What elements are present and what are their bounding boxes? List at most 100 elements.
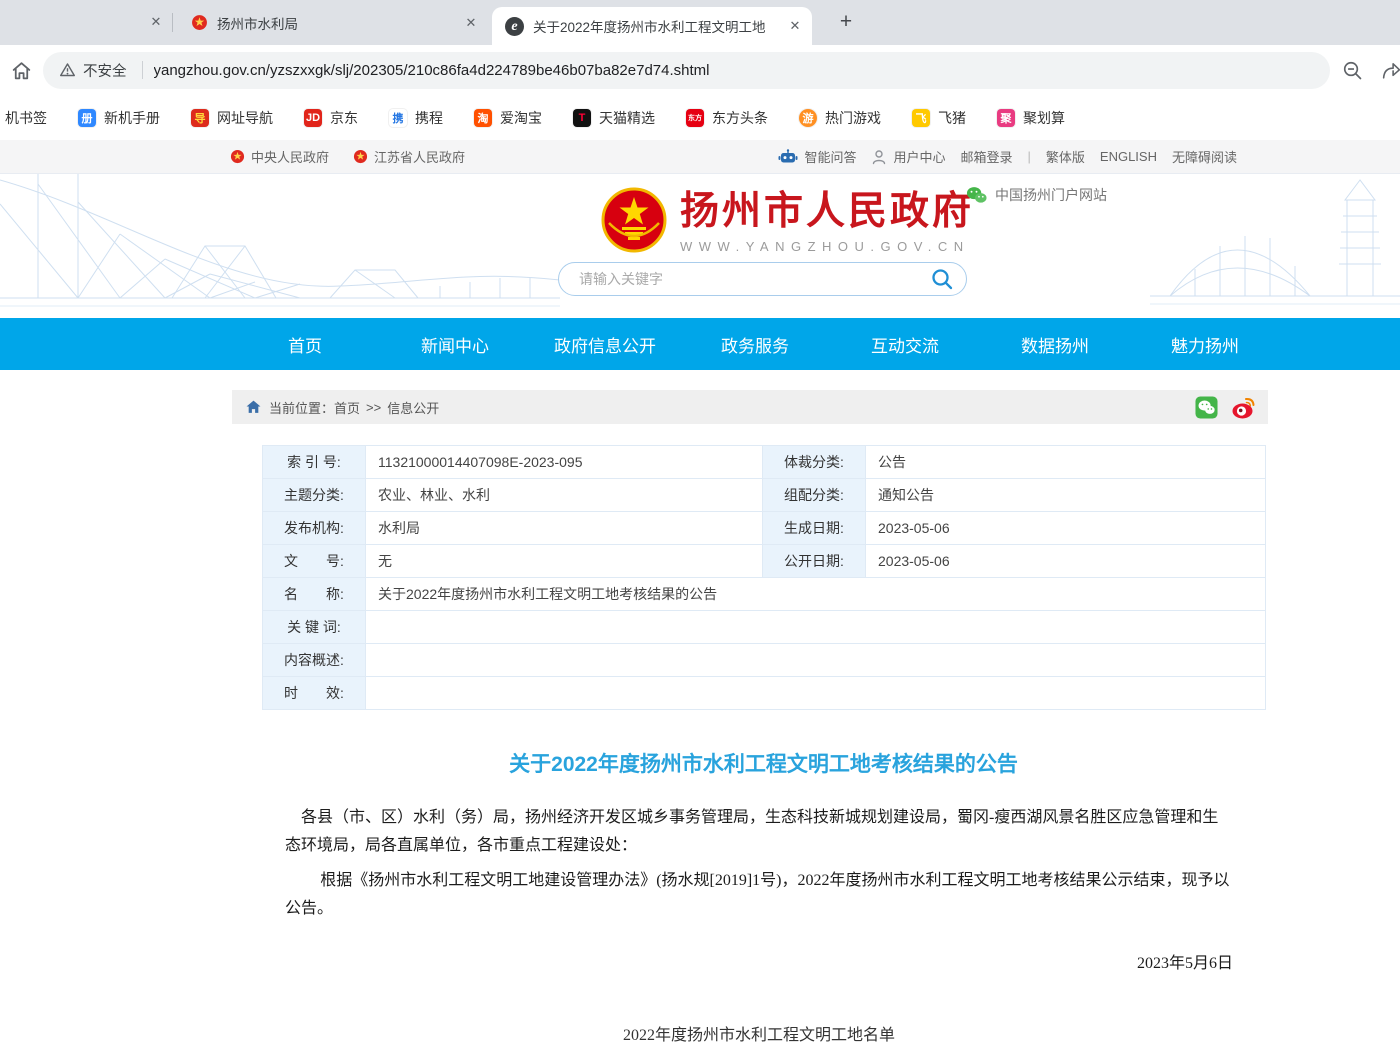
bookmark-tmall[interactable]: T 天猫精选 bbox=[573, 108, 655, 128]
meta-value bbox=[366, 611, 1266, 644]
share-icon[interactable] bbox=[1380, 60, 1400, 81]
mail-login-link[interactable]: 邮箱登录 bbox=[960, 147, 1012, 166]
bookmark-favicon-icon: 册 bbox=[78, 109, 96, 127]
tab-close-icon[interactable]: ✕ bbox=[462, 14, 480, 32]
home-icon[interactable] bbox=[10, 59, 33, 82]
bookmark-new-device-manual[interactable]: 册 新机手册 bbox=[78, 108, 160, 128]
bookmark-label: 京东 bbox=[330, 108, 358, 128]
bookmark-label: 网址导航 bbox=[217, 108, 273, 128]
meta-label: 公开日期: bbox=[763, 545, 866, 578]
bookmark-jd[interactable]: JD 京东 bbox=[304, 108, 358, 128]
article-list-title: 2022年度扬州市水利工程文明工地名单 bbox=[285, 1022, 1233, 1049]
bookmark-label: 聚划算 bbox=[1023, 108, 1065, 128]
site-logo[interactable]: 扬州市人民政府 WWW.YANGZHOU.GOV.CN bbox=[680, 191, 974, 254]
new-tab-button[interactable]: + bbox=[833, 9, 859, 35]
nav-gov-services[interactable]: 政务服务 bbox=[680, 318, 830, 370]
portal-link[interactable]: 中国扬州门户网站 bbox=[966, 185, 1107, 205]
gov-emblem-icon bbox=[230, 149, 245, 164]
nav-gov-info-disclosure[interactable]: 政府信息公开 bbox=[530, 318, 680, 370]
bookmark-fliggy[interactable]: 飞 飞猪 bbox=[912, 108, 966, 128]
smart-qa-link[interactable]: 智能问答 bbox=[778, 147, 856, 166]
table-row: 文 号: 无 公开日期: 2023-05-06 bbox=[263, 545, 1266, 578]
bookmark-juhuasuan[interactable]: 聚 聚划算 bbox=[997, 108, 1065, 128]
meta-label: 时 效: bbox=[263, 677, 366, 710]
meta-value: 11321000014407098E-2023-095 bbox=[366, 446, 763, 479]
national-emblem-icon bbox=[601, 187, 667, 253]
breadcrumb-home-link[interactable]: 首页 bbox=[334, 398, 360, 417]
zoom-out-icon[interactable] bbox=[1342, 60, 1363, 81]
meta-label: 名 称: bbox=[263, 578, 366, 611]
table-row: 发布机构: 水利局 生成日期: 2023-05-06 bbox=[263, 512, 1266, 545]
meta-value: 无 bbox=[366, 545, 763, 578]
link-central-government[interactable]: 中央人民政府 bbox=[230, 147, 329, 166]
bookmark-phone-bookmarks[interactable]: 机书签 bbox=[5, 108, 47, 128]
bridge-art-left bbox=[0, 174, 560, 318]
bookmark-favicon-icon: T bbox=[573, 109, 591, 127]
weibo-share-icon[interactable] bbox=[1232, 396, 1256, 419]
article-paragraph: 各县（市、区）水利（务）局，扬州经济开发区城乡事务管理局，生态科技新城规划建设局… bbox=[285, 804, 1233, 859]
bookmark-label: 机书签 bbox=[5, 108, 47, 128]
bookmark-label: 东方头条 bbox=[712, 108, 768, 128]
user-icon bbox=[871, 149, 887, 165]
meta-label: 内容概述: bbox=[263, 644, 366, 677]
address-bar[interactable]: 不安全 yangzhou.gov.cn/yzszxxgk/slj/202305/… bbox=[43, 52, 1330, 89]
bookmark-ctrip[interactable]: 携 携程 bbox=[389, 108, 443, 128]
nav-data-yangzhou[interactable]: 数据扬州 bbox=[980, 318, 1130, 370]
bookmark-label: 天猫精选 bbox=[599, 108, 655, 128]
meta-label: 关 键 词: bbox=[263, 611, 366, 644]
bookmark-favicon-icon: 淘 bbox=[474, 109, 492, 127]
site-header: 扬州市人民政府 WWW.YANGZHOU.GOV.CN 中国扬州门户网站 bbox=[0, 174, 1400, 318]
tab-title: 关于2022年度扬州市水利工程文明工地 bbox=[533, 16, 780, 36]
tab-yangzhou-water-bureau[interactable]: 扬州市水利局 ✕ bbox=[177, 0, 488, 45]
address-bar-divider bbox=[142, 61, 143, 79]
article-paragraph: 根据《扬州市水利工程文明工地建设管理办法》(扬水规[2019]1号)，2022年… bbox=[285, 867, 1233, 922]
table-row: 主题分类: 农业、林业、水利 组配分类: 通知公告 bbox=[263, 479, 1266, 512]
tab-close-icon[interactable]: ✕ bbox=[786, 17, 804, 35]
meta-label: 索 引 号: bbox=[263, 446, 366, 479]
meta-value: 通知公告 bbox=[866, 479, 1266, 512]
nav-interaction[interactable]: 互动交流 bbox=[830, 318, 980, 370]
accessibility-link[interactable]: 无障碍阅读 bbox=[1172, 147, 1237, 166]
bookmark-label: 新机手册 bbox=[104, 108, 160, 128]
robot-icon bbox=[778, 149, 798, 165]
main-navigation: 首页 新闻中心 政府信息公开 政务服务 互动交流 数据扬州 魅力扬州 bbox=[0, 318, 1400, 370]
bookmark-site-navigation[interactable]: 导 网址导航 bbox=[191, 108, 273, 128]
meta-label: 生成日期: bbox=[763, 512, 866, 545]
nav-news-center[interactable]: 新闻中心 bbox=[380, 318, 530, 370]
meta-value: 2023-05-06 bbox=[866, 512, 1266, 545]
separator: | bbox=[1028, 149, 1031, 164]
wechat-share-icon[interactable] bbox=[1195, 396, 1218, 419]
traditional-chinese-link[interactable]: 繁体版 bbox=[1046, 147, 1085, 166]
user-center-link[interactable]: 用户中心 bbox=[871, 147, 945, 166]
bookmark-favicon-icon: 导 bbox=[191, 109, 209, 127]
security-status-label: 不安全 bbox=[83, 60, 127, 81]
bookmark-aitaobao[interactable]: 淘 爱淘宝 bbox=[474, 108, 542, 128]
nav-home[interactable]: 首页 bbox=[230, 318, 380, 370]
tab-active-announcement[interactable]: e 关于2022年度扬州市水利工程文明工地 ✕ bbox=[492, 7, 812, 45]
meta-value: 关于2022年度扬州市水利工程文明工地考核结果的公告 bbox=[366, 578, 1266, 611]
bookmark-hot-games[interactable]: 游 热门游戏 bbox=[799, 108, 881, 128]
meta-value: 公告 bbox=[866, 446, 1266, 479]
search-input[interactable] bbox=[577, 270, 930, 288]
bookmark-label: 携程 bbox=[415, 108, 443, 128]
bookmark-eastday[interactable]: 东方 东方头条 bbox=[686, 108, 768, 128]
browser-logo-favicon-icon: e bbox=[505, 17, 524, 36]
bookmark-label: 爱淘宝 bbox=[500, 108, 542, 128]
english-link[interactable]: ENGLISH bbox=[1100, 149, 1157, 164]
breadcrumb-separator: >> bbox=[366, 400, 381, 415]
table-row: 名 称: 关于2022年度扬州市水利工程文明工地考核结果的公告 bbox=[263, 578, 1266, 611]
meta-label: 文 号: bbox=[263, 545, 366, 578]
bookmark-favicon-icon: 聚 bbox=[997, 109, 1015, 127]
gov-emblem-icon bbox=[353, 149, 368, 164]
gov-utility-bar: 中央人民政府 江苏省人民政府 智能问答 bbox=[0, 140, 1400, 174]
site-url-caption: WWW.YANGZHOU.GOV.CN bbox=[680, 239, 974, 254]
browser-toolbar: 不安全 yangzhou.gov.cn/yzszxxgk/slj/202305/… bbox=[0, 45, 1400, 95]
link-label: 智能问答 bbox=[804, 147, 856, 166]
site-title: 扬州市人民政府 bbox=[680, 191, 974, 234]
breadcrumb-section-link[interactable]: 信息公开 bbox=[387, 398, 439, 417]
search-icon[interactable] bbox=[930, 267, 954, 291]
link-jiangsu-government[interactable]: 江苏省人民政府 bbox=[353, 147, 465, 166]
nav-charm-yangzhou[interactable]: 魅力扬州 bbox=[1130, 318, 1280, 370]
bookmark-favicon-icon: 游 bbox=[799, 109, 817, 127]
partial-tab-close-icon[interactable]: ✕ bbox=[147, 13, 165, 31]
